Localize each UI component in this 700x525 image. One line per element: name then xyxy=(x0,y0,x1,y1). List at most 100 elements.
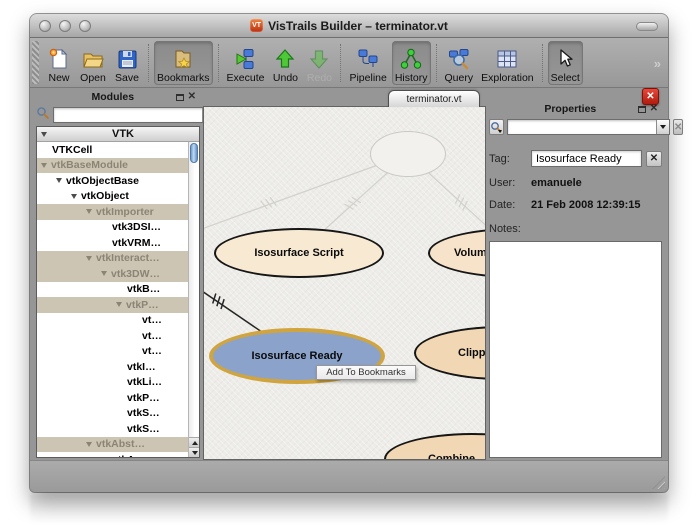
tree-header[interactable]: VTK xyxy=(37,127,199,142)
expand-arrow-icon[interactable] xyxy=(116,302,122,307)
window-reflection xyxy=(30,494,668,524)
modules-search-combo xyxy=(53,107,216,123)
version-node-isosurface-script[interactable]: Isosurface Script xyxy=(214,228,384,278)
properties-search-dropdown[interactable] xyxy=(656,120,669,134)
toolbar-button-open[interactable]: Open xyxy=(77,41,109,85)
tag-input[interactable] xyxy=(531,150,642,167)
properties-search-row: ✕ xyxy=(489,118,662,136)
toolbar-button-select[interactable]: Select xyxy=(548,41,583,85)
toolbar-button-query[interactable]: Query xyxy=(442,41,477,85)
node-label: Isosurface Ready xyxy=(251,350,342,362)
expand-arrow-icon[interactable] xyxy=(86,442,92,447)
tree-item-vtka[interactable]: vtkA… xyxy=(37,452,188,457)
toolbar-button-pipeline[interactable]: Pipeline xyxy=(346,41,389,85)
tree-scrollbar[interactable] xyxy=(188,142,199,457)
toolbar-button-label: Undo xyxy=(273,72,298,84)
exploration-grid-icon xyxy=(494,46,520,72)
search-icon xyxy=(36,106,50,125)
toolbar-overflow[interactable]: » xyxy=(651,56,664,71)
properties-search-input[interactable] xyxy=(508,120,656,134)
toolbar-button-history[interactable]: History xyxy=(392,41,431,85)
toolbar-button-new[interactable]: New xyxy=(43,41,75,85)
close-panel-icon[interactable]: ✕ xyxy=(188,92,196,102)
properties-search-clear-button[interactable]: ✕ xyxy=(673,119,683,135)
app-window: VT VisTrails Builder – terminator.vt New… xyxy=(30,14,668,492)
modules-search-input[interactable] xyxy=(54,108,202,122)
tree-item-label: vtkObject xyxy=(81,190,129,202)
toolbar-button-label: Exploration xyxy=(481,72,534,84)
toolbar-button-execute[interactable]: Execute xyxy=(224,41,268,85)
tree-item-vtk3dw[interactable]: vtk3DW… xyxy=(37,266,188,282)
tree-item-label: vt… xyxy=(142,314,162,326)
save-floppy-icon xyxy=(114,46,140,72)
tag-label: Tag: xyxy=(489,153,531,165)
resize-grip[interactable] xyxy=(652,476,665,489)
expand-arrow-icon[interactable] xyxy=(86,256,92,261)
close-window-button[interactable] xyxy=(39,20,51,32)
tree-item-vtkobjectbase[interactable]: vtkObjectBase xyxy=(37,173,188,189)
version-tree-canvas[interactable]: Isosurface ScriptVolumIsosurface ReadyCl… xyxy=(203,106,486,460)
tag-clear-button[interactable]: ✕ xyxy=(646,151,662,167)
toolbar-separator xyxy=(340,44,341,82)
tree-item-vtkp[interactable]: vtkP… xyxy=(37,297,188,313)
float-panel-icon[interactable] xyxy=(176,94,184,101)
title-bar[interactable]: VT VisTrails Builder – terminator.vt xyxy=(30,14,668,38)
float-panel-icon[interactable] xyxy=(638,106,646,113)
close-panel-icon[interactable]: ✕ xyxy=(650,104,658,114)
expand-arrow-icon[interactable] xyxy=(71,194,77,199)
tree-item-vtkabst[interactable]: vtkAbst… xyxy=(37,437,188,453)
tree-item-vtks[interactable]: vtkS… xyxy=(37,406,188,422)
toolbar-button-exploration[interactable]: Exploration xyxy=(478,41,537,85)
version-node[interactable] xyxy=(370,131,446,177)
expand-arrow-icon[interactable] xyxy=(56,178,62,183)
close-view-button[interactable]: ✕ xyxy=(642,88,659,105)
toolbar-button-bookmarks[interactable]: Bookmarks xyxy=(154,41,213,85)
toolbar-button-save[interactable]: Save xyxy=(111,41,143,85)
tree-item-vtkp[interactable]: vtkP… xyxy=(37,390,188,406)
tree-item-vtkb[interactable]: vtkB… xyxy=(37,282,188,298)
tree-item-vtkbasemodule[interactable]: vtkBaseModule xyxy=(37,158,188,174)
expand-arrow-icon[interactable] xyxy=(101,271,107,276)
tree-item-label: vtkBaseModule xyxy=(51,159,128,171)
expand-arrow-icon[interactable] xyxy=(41,163,47,168)
vistrail-tab[interactable]: terminator.vt xyxy=(388,90,480,107)
toolbar-button-label: Execute xyxy=(227,72,265,84)
toolbar-pill-button[interactable] xyxy=(636,22,658,31)
canvas-area: terminator.vt Isosu xyxy=(203,88,486,460)
search-options-button[interactable] xyxy=(489,119,504,135)
tree-item-label: vtkLi… xyxy=(127,376,162,388)
collapse-arrow-icon[interactable] xyxy=(41,132,47,137)
tree-item-label: vtkP… xyxy=(126,299,159,311)
tree-item-label: vtkImporter xyxy=(96,206,154,218)
tree-item-vt[interactable]: vt… xyxy=(37,328,188,344)
scroll-up-button[interactable] xyxy=(189,437,200,447)
tree-item-label: vt… xyxy=(142,330,162,342)
tree-item-vtki[interactable]: vtkI… xyxy=(37,359,188,375)
toolbar-separator xyxy=(542,44,543,82)
history-tree-icon xyxy=(398,46,424,72)
tree-item-vtks[interactable]: vtkS… xyxy=(37,421,188,437)
zoom-window-button[interactable] xyxy=(79,20,91,32)
tree-item-vt[interactable]: vt… xyxy=(37,344,188,360)
tree-item-vtkimporter[interactable]: vtkImporter xyxy=(37,204,188,220)
node-label: Clippi xyxy=(458,347,486,359)
toolbar-button-redo[interactable]: Redo xyxy=(303,41,335,85)
tree-item-vtkli[interactable]: vtkLi… xyxy=(37,375,188,391)
toolbar-button-label: Pipeline xyxy=(349,72,386,84)
minimize-window-button[interactable] xyxy=(59,20,71,32)
scrollbar-thumb[interactable] xyxy=(190,143,198,163)
tree-item-vtkvrm[interactable]: vtkVRM… xyxy=(37,235,188,251)
tree-item-vtk3dsi[interactable]: vtk3DSI… xyxy=(37,220,188,236)
tree-item-vtkinteract[interactable]: vtkInteract… xyxy=(37,251,188,267)
modules-tree: VTK VTKCellvtkBaseModulevtkObjectBasevtk… xyxy=(36,126,200,458)
tree-item-vtkcell[interactable]: VTKCell xyxy=(37,142,188,158)
tree-item-vt[interactable]: vt… xyxy=(37,313,188,329)
tree-rows: VTKCellvtkBaseModule vtkObjectBasevtkObje… xyxy=(37,142,188,457)
tree-item-vtkobject[interactable]: vtkObject xyxy=(37,189,188,205)
tree-item-label: vt… xyxy=(142,345,162,357)
toolbar-button-undo[interactable]: Undo xyxy=(269,41,301,85)
app-icon: VT xyxy=(250,19,263,32)
expand-arrow-icon[interactable] xyxy=(86,209,92,214)
notes-textarea[interactable] xyxy=(489,241,662,458)
scroll-down-button[interactable] xyxy=(189,447,200,457)
